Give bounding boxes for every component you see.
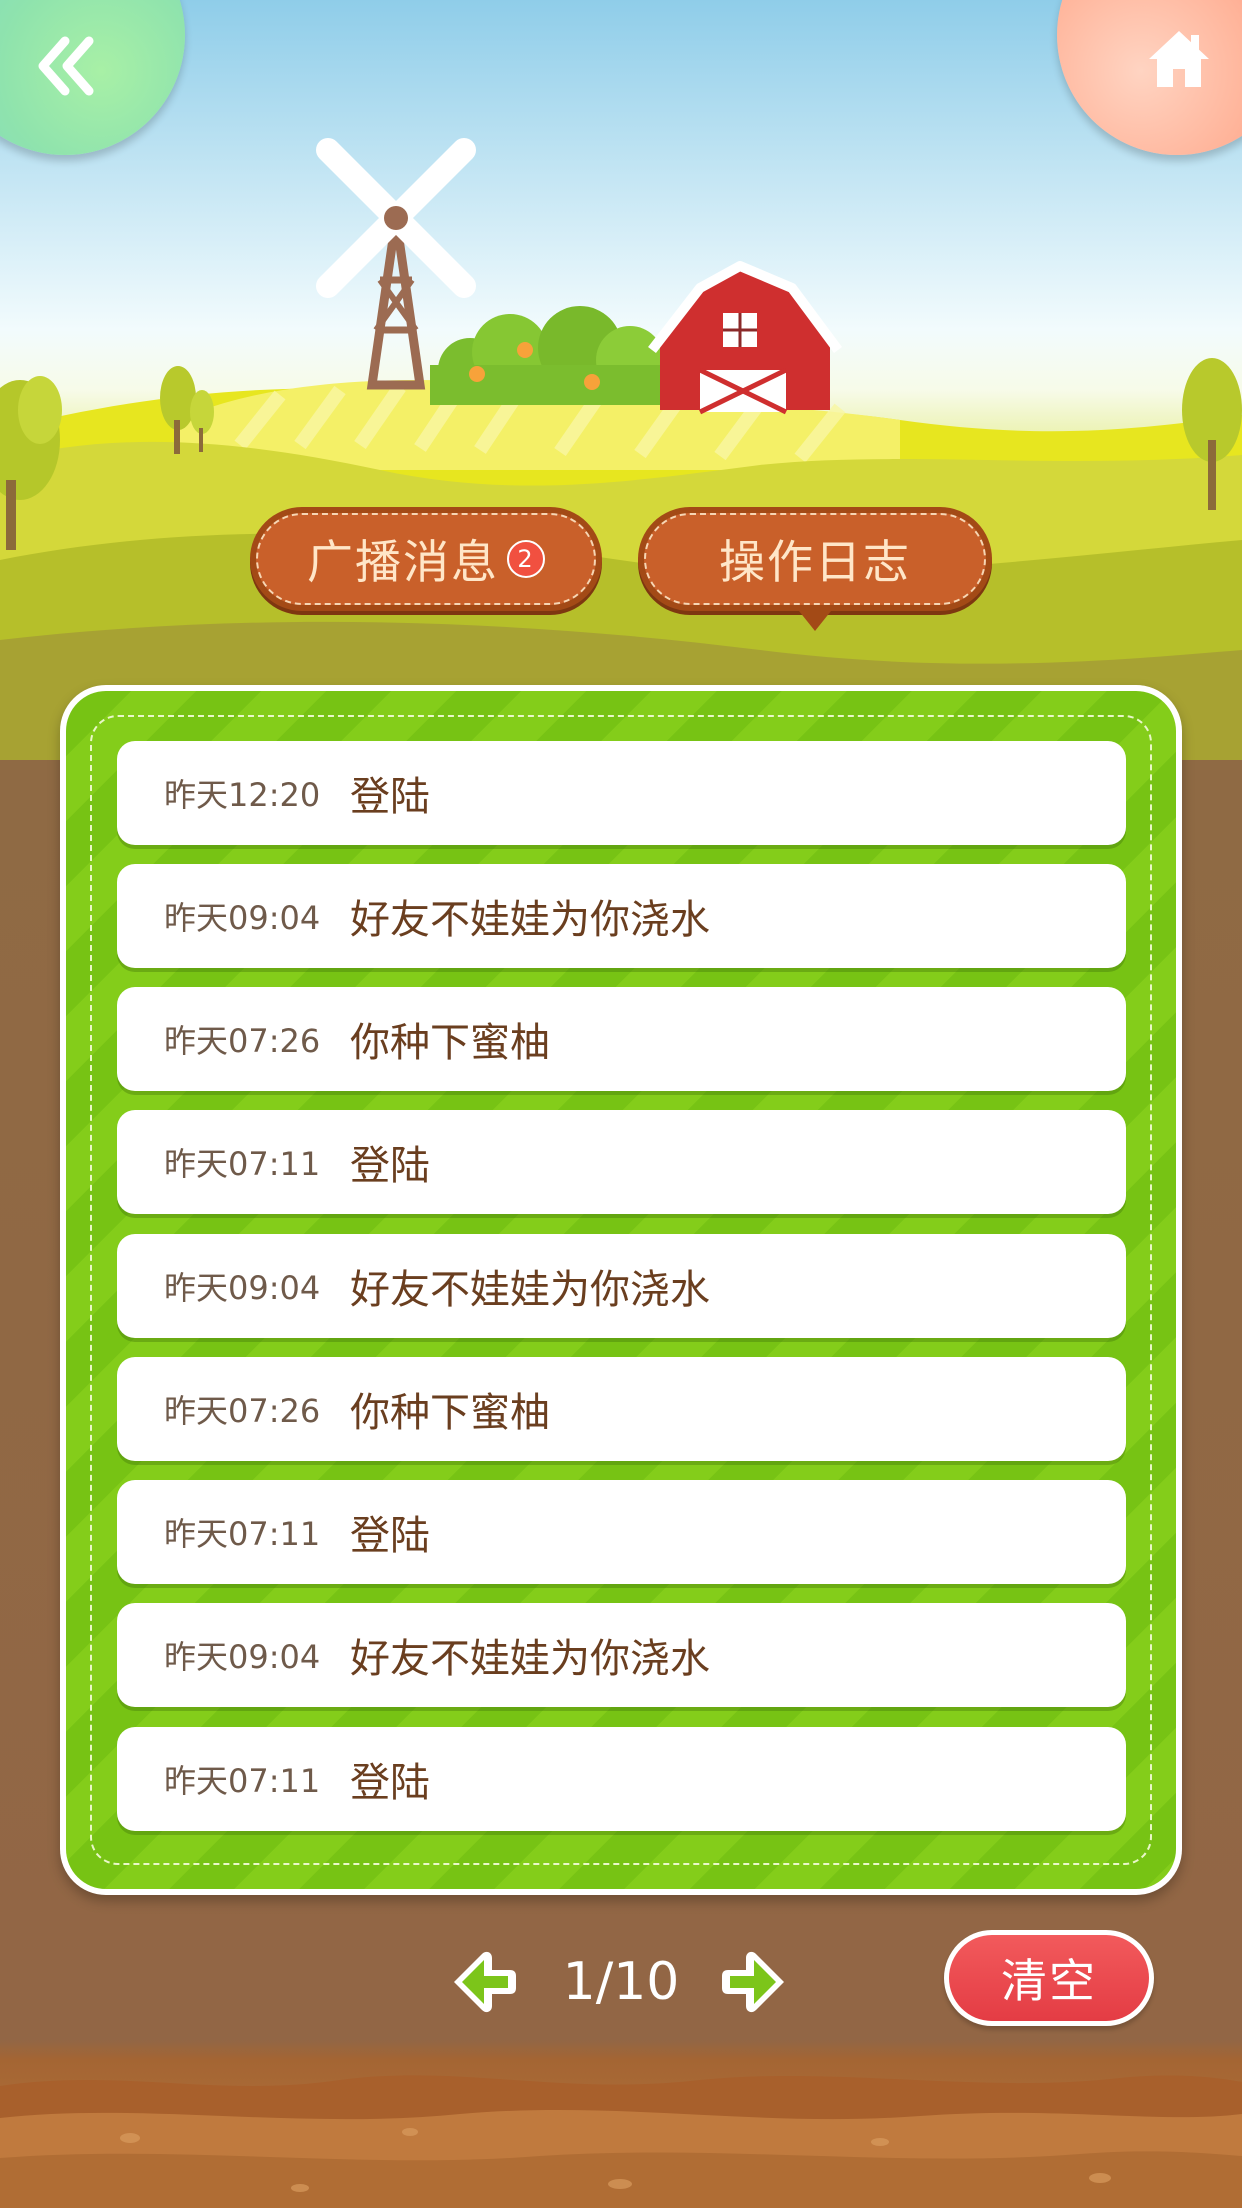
active-tab-pointer bbox=[799, 611, 831, 631]
barn-illustration bbox=[648, 261, 843, 415]
log-time: 昨天07:26 bbox=[164, 1392, 321, 1430]
arrow-left-icon bbox=[454, 1951, 516, 2013]
tab-log-label: 操作日志 bbox=[719, 535, 911, 589]
double-chevron-left-icon bbox=[38, 36, 94, 96]
log-item: 昨天07:26 你种下蜜柚 bbox=[117, 987, 1126, 1091]
home-icon bbox=[1149, 31, 1209, 87]
log-text: 登陆 bbox=[350, 1513, 430, 1559]
log-time: 昨天07:11 bbox=[164, 1145, 321, 1183]
page-indicator: 1/10 bbox=[562, 1952, 680, 2012]
log-item: 昨天12:20 登陆 bbox=[117, 741, 1126, 845]
windmill-illustration bbox=[316, 138, 476, 390]
farm-scenery bbox=[0, 138, 1242, 760]
log-item: 昨天07:11 登陆 bbox=[117, 1110, 1126, 1214]
prev-page-button[interactable] bbox=[448, 1946, 520, 2022]
log-time: 昨天12:20 bbox=[164, 776, 321, 814]
log-time: 昨天09:04 bbox=[164, 1638, 321, 1676]
log-text: 登陆 bbox=[350, 1143, 430, 1189]
log-item: 昨天09:04 好友不娃娃为你浇水 bbox=[117, 864, 1126, 968]
unread-count-badge: 2 bbox=[507, 540, 545, 578]
log-item: 昨天09:04 好友不娃娃为你浇水 bbox=[117, 1603, 1126, 1707]
log-item: 昨天09:04 好友不娃娃为你浇水 bbox=[117, 1234, 1126, 1338]
tab-broadcast-label: 广播消息 bbox=[307, 535, 499, 589]
log-text: 好友不娃娃为你浇水 bbox=[350, 897, 710, 943]
log-text: 好友不娃娃为你浇水 bbox=[350, 1636, 710, 1682]
log-time: 昨天09:04 bbox=[164, 899, 321, 937]
arrow-right-icon bbox=[722, 1951, 784, 2013]
log-time: 昨天09:04 bbox=[164, 1269, 321, 1307]
log-time: 昨天07:26 bbox=[164, 1022, 321, 1060]
clear-button-label: 清空 bbox=[949, 1935, 1149, 2021]
log-text: 登陆 bbox=[350, 1760, 430, 1806]
farm-log-screen: 广播消息 2 操作日志 昨天12:20 登陆 昨天09:04 好友不娃娃为你浇水… bbox=[0, 0, 1242, 2208]
log-text: 你种下蜜柚 bbox=[350, 1390, 550, 1436]
log-item: 昨天07:26 你种下蜜柚 bbox=[117, 1357, 1126, 1461]
bushes-illustration bbox=[430, 306, 670, 405]
tab-operation-log[interactable]: 操作日志 bbox=[638, 507, 992, 631]
next-page-button[interactable] bbox=[718, 1946, 790, 2022]
clear-button[interactable]: 清空 bbox=[944, 1930, 1154, 2026]
log-item: 昨天07:11 登陆 bbox=[117, 1480, 1126, 1584]
log-time: 昨天07:11 bbox=[164, 1515, 321, 1553]
log-item: 昨天07:11 登陆 bbox=[117, 1727, 1126, 1831]
log-time: 昨天07:11 bbox=[164, 1762, 321, 1800]
log-text: 好友不娃娃为你浇水 bbox=[350, 1267, 710, 1313]
log-text: 登陆 bbox=[350, 774, 430, 820]
tab-broadcast-messages[interactable]: 广播消息 2 bbox=[250, 507, 602, 611]
soil-illustration bbox=[0, 2075, 1242, 2208]
log-text: 你种下蜜柚 bbox=[350, 1020, 550, 1066]
